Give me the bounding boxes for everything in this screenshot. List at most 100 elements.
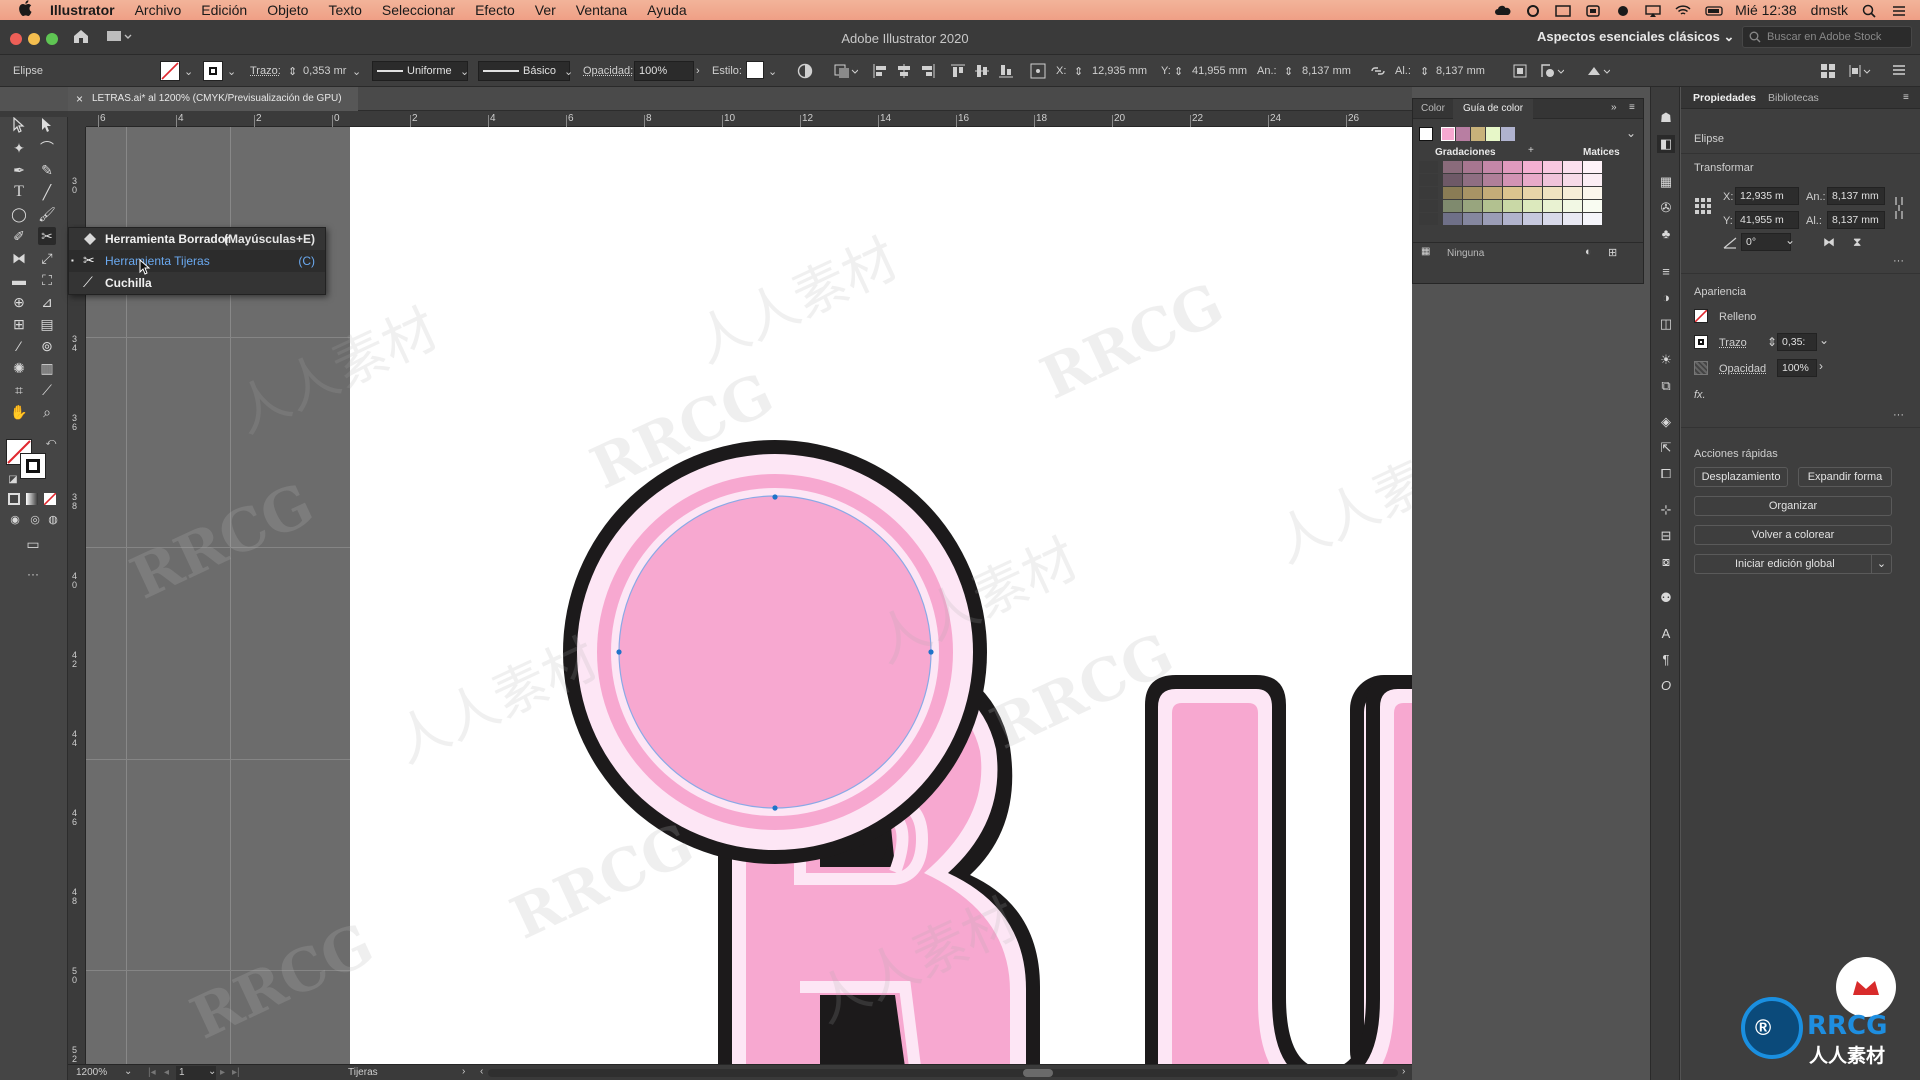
align-middle-icon[interactable] bbox=[974, 63, 990, 82]
width-input[interactable]: 8,137 mm bbox=[1827, 187, 1885, 205]
brush-definition[interactable]: Básico bbox=[478, 61, 570, 81]
y-position-input[interactable]: 41,955 mm bbox=[1192, 65, 1247, 77]
color-variation-swatch[interactable] bbox=[1583, 187, 1602, 199]
letter-u-left-stem[interactable] bbox=[1145, 675, 1412, 1067]
flyout-item-scissors[interactable]: ▪ ✂ Herramienta Tijeras (C) bbox=[69, 250, 325, 272]
magic-wand-tool-icon[interactable]: ✦ bbox=[10, 139, 28, 157]
brushes-icon[interactable]: ✇ bbox=[1657, 199, 1675, 217]
panel-menu-icon[interactable]: ≡ bbox=[1903, 92, 1909, 103]
stepper-icon[interactable]: ⇕ bbox=[1284, 65, 1293, 78]
tab-properties[interactable]: Propiedades bbox=[1693, 92, 1756, 104]
constrain-proportions-icon[interactable] bbox=[1892, 193, 1906, 226]
limit-swatches-label[interactable]: Ninguna bbox=[1447, 248, 1484, 259]
harmony-swatch[interactable] bbox=[1456, 127, 1470, 141]
airplay-icon[interactable] bbox=[1645, 4, 1661, 17]
spotlight-icon[interactable] bbox=[1862, 4, 1878, 18]
chevron-down-icon[interactable]: ⌄ bbox=[208, 1066, 216, 1077]
color-variation-swatch[interactable] bbox=[1443, 213, 1462, 225]
opacity-label[interactable]: Opacidad bbox=[1719, 363, 1766, 375]
color-variation-swatch[interactable] bbox=[1483, 187, 1502, 199]
opacity-input[interactable]: 100% bbox=[634, 61, 694, 81]
color-variation-swatch[interactable] bbox=[1503, 200, 1522, 212]
base-color-swatch[interactable] bbox=[1419, 127, 1433, 141]
stepper-icon[interactable]: ⇕ bbox=[1420, 65, 1429, 78]
color-variation-swatch[interactable] bbox=[1583, 213, 1602, 225]
apple-icon[interactable] bbox=[18, 0, 36, 20]
color-variation-swatch[interactable] bbox=[1463, 200, 1482, 212]
chevron-down-icon[interactable]: ⌄ bbox=[124, 1066, 132, 1077]
color-variation-swatch[interactable] bbox=[1443, 161, 1462, 173]
stroke-swatch[interactable] bbox=[1694, 335, 1708, 349]
arrange-button[interactable]: Organizar bbox=[1694, 496, 1892, 516]
eyedropper-tool-icon[interactable]: ⁄ bbox=[10, 337, 28, 355]
color-variation-swatch[interactable] bbox=[1419, 187, 1438, 199]
edit-colors-icon[interactable]: ◐ bbox=[1585, 246, 1592, 258]
color-variation-swatch[interactable] bbox=[1483, 200, 1502, 212]
menu-ventana[interactable]: Ventana bbox=[576, 2, 627, 18]
scrollbar-thumb[interactable] bbox=[1023, 1069, 1053, 1077]
zoom-tool-icon[interactable]: ⌕ bbox=[38, 403, 56, 421]
panel-menu-icon[interactable]: ≡ bbox=[1629, 102, 1635, 113]
reflect-tool-icon[interactable]: ⧓ bbox=[10, 249, 28, 267]
artboards-icon[interactable]: ⧠ bbox=[1657, 465, 1675, 483]
x-position-input[interactable]: 12,935 mm bbox=[1092, 65, 1147, 77]
layers-icon[interactable]: ◈ bbox=[1657, 413, 1675, 431]
next-artboard-icon[interactable]: ▸ bbox=[220, 1067, 225, 1078]
chevron-right-icon[interactable]: › bbox=[462, 1066, 465, 1077]
color-variation-swatch[interactable] bbox=[1503, 174, 1522, 186]
flip-vertical-icon[interactable]: ⧗ bbox=[1853, 235, 1861, 250]
color-variation-swatch[interactable] bbox=[1543, 200, 1562, 212]
shape-options-icon[interactable] bbox=[1540, 63, 1565, 82]
paragraph-icon[interactable]: ¶ bbox=[1657, 651, 1675, 669]
graphic-style-swatch[interactable] bbox=[746, 61, 764, 79]
color-variation-swatch[interactable] bbox=[1583, 161, 1602, 173]
variable-width-profile[interactable]: Uniforme bbox=[372, 61, 468, 81]
pathfinder-icon[interactable]: ⧇ bbox=[1657, 553, 1675, 571]
color-variation-swatch[interactable] bbox=[1563, 161, 1582, 173]
transparency-icon[interactable]: ◫ bbox=[1657, 315, 1675, 333]
swap-colors-icon[interactable]: ⤺ bbox=[42, 434, 60, 452]
color-variations-grid[interactable] bbox=[1419, 161, 1639, 225]
menu-illustrator[interactable]: Illustrator bbox=[50, 2, 115, 18]
color-variation-swatch[interactable] bbox=[1523, 200, 1542, 212]
menu-archivo[interactable]: Archivo bbox=[135, 2, 182, 18]
offset-path-button[interactable]: Desplazamiento bbox=[1694, 467, 1788, 487]
chevron-down-icon[interactable]: ⌄ bbox=[1626, 126, 1636, 140]
line-tool-icon[interactable]: ╱ bbox=[38, 183, 56, 201]
color-variation-swatch[interactable] bbox=[1419, 174, 1438, 186]
stepper-icon[interactable]: ⇕ bbox=[1174, 65, 1183, 78]
tab-libraries[interactable]: Bibliotecas bbox=[1768, 92, 1819, 104]
color-variation-swatch[interactable] bbox=[1523, 213, 1542, 225]
align-panel-icon[interactable]: ⊟ bbox=[1657, 527, 1675, 545]
first-artboard-icon[interactable]: |◂ bbox=[148, 1067, 156, 1078]
reference-point-icon[interactable] bbox=[1030, 63, 1046, 82]
workspace-switcher[interactable]: Aspectos esenciales clásicos ⌄ bbox=[1537, 29, 1734, 45]
ruler-origin[interactable] bbox=[68, 111, 86, 127]
default-colors-icon[interactable]: ◪ bbox=[4, 471, 22, 489]
menu-efecto[interactable]: Efecto bbox=[475, 2, 515, 18]
chevron-down-icon[interactable]: ⌄ bbox=[1871, 555, 1891, 573]
links-icon[interactable]: ⚉ bbox=[1657, 589, 1675, 607]
stroke-swatch[interactable] bbox=[203, 61, 223, 81]
color-variation-swatch[interactable] bbox=[1583, 200, 1602, 212]
none-mode-icon[interactable] bbox=[43, 492, 57, 506]
curvature-tool-icon[interactable]: ✎ bbox=[38, 161, 56, 179]
user-name[interactable]: dmstk bbox=[1811, 2, 1848, 18]
scroll-left-icon[interactable]: ‹ bbox=[480, 1066, 483, 1077]
color-variation-swatch[interactable] bbox=[1543, 174, 1562, 186]
stepper-icon[interactable]: ⇕ bbox=[1767, 335, 1777, 349]
transform-panel-icon[interactable]: ⊹ bbox=[1657, 501, 1675, 519]
color-variation-swatch[interactable] bbox=[1523, 187, 1542, 199]
color-variation-swatch[interactable] bbox=[1563, 213, 1582, 225]
flyout-item-knife[interactable]: ⟋ Cuchilla bbox=[69, 272, 325, 294]
collapse-icon[interactable]: » bbox=[1611, 102, 1617, 113]
color-variation-swatch[interactable] bbox=[1563, 187, 1582, 199]
color-variation-swatch[interactable] bbox=[1503, 187, 1522, 199]
angle-input[interactable]: 0° bbox=[1741, 233, 1791, 251]
flyout-item-eraser[interactable]: Herramienta Borrador (Mayúsculas+E) bbox=[69, 228, 325, 250]
expand-shape-button[interactable]: Expandir forma bbox=[1798, 467, 1892, 487]
opacity-label[interactable]: Opacidad: bbox=[583, 65, 633, 77]
close-tab-icon[interactable]: × bbox=[76, 92, 83, 106]
color-variation-swatch[interactable] bbox=[1563, 200, 1582, 212]
harmony-swatch[interactable] bbox=[1441, 127, 1455, 141]
